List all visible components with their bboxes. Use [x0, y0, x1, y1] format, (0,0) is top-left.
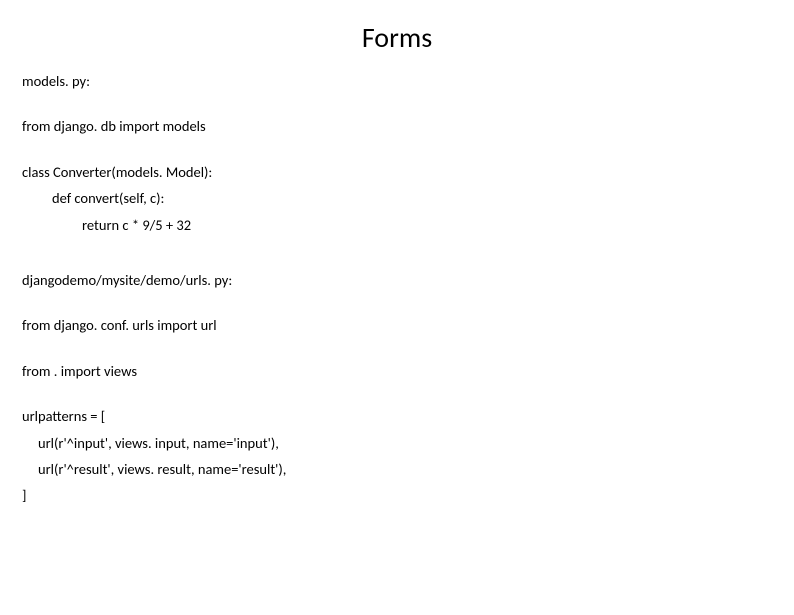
content-area: models. py: from django. db import model… — [0, 73, 794, 505]
class-def: class Converter(models. Model): — [22, 164, 794, 181]
urls-import1: from django. conf. urls import url — [22, 317, 794, 334]
url-result: url(r'^result', views. result, name='res… — [22, 461, 794, 478]
urlpatterns-open: urlpatterns = [ — [22, 408, 794, 425]
method-def: def convert(self, c): — [22, 190, 794, 207]
models-class-block: class Converter(models. Model): def conv… — [22, 164, 794, 234]
page-title: Forms — [0, 20, 794, 55]
models-import-block: from django. db import models — [22, 118, 794, 135]
url-input: url(r'^input', views. input, name='input… — [22, 435, 794, 452]
urls-header: djangodemo/mysite/demo/urls. py: — [22, 272, 794, 289]
urlpatterns-block: urlpatterns = [ url(r'^input', views. in… — [22, 408, 794, 505]
models-header-block: models. py: — [22, 73, 794, 90]
urls-header-block: djangodemo/mysite/demo/urls. py: — [22, 272, 794, 289]
models-import: from django. db import models — [22, 118, 794, 135]
urlpatterns-close: ] — [22, 487, 794, 504]
return-line: return c * 9/5 + 32 — [22, 217, 794, 234]
models-header: models. py: — [22, 73, 794, 90]
urls-import1-block: from django. conf. urls import url — [22, 317, 794, 334]
urls-import2: from . import views — [22, 363, 794, 380]
urls-import2-block: from . import views — [22, 363, 794, 380]
